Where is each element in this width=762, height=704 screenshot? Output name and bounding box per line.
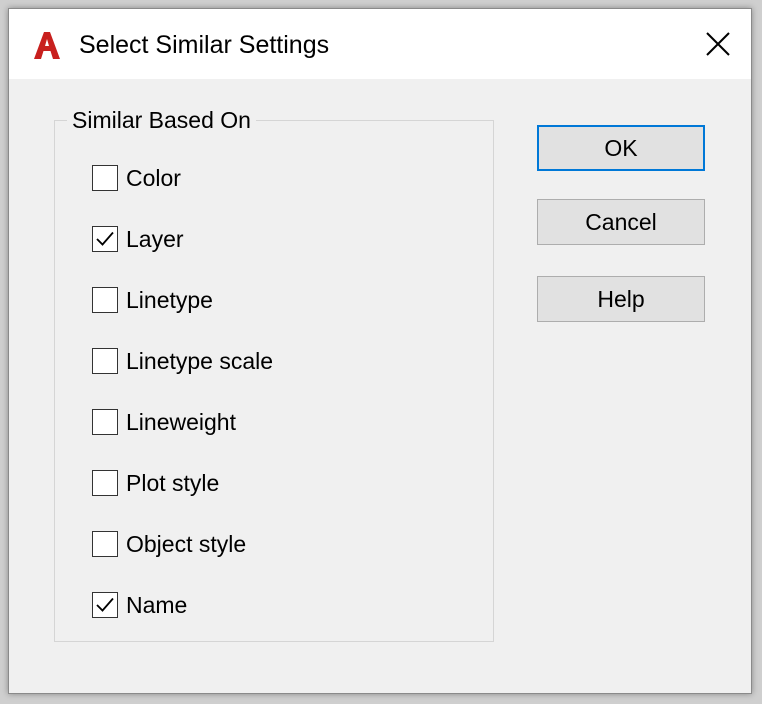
checkbox-box[interactable] bbox=[92, 287, 118, 313]
checkbox-label: Name bbox=[126, 591, 188, 618]
checkbox-box[interactable] bbox=[92, 165, 118, 191]
checkbox-name[interactable]: Name bbox=[92, 589, 187, 621]
close-button[interactable] bbox=[695, 21, 741, 67]
autocad-a-logo-icon bbox=[34, 32, 60, 59]
checkbox-linetype[interactable]: Linetype bbox=[92, 284, 213, 316]
checkbox-label: Layer bbox=[126, 225, 184, 252]
checkbox-box[interactable] bbox=[92, 409, 118, 435]
checkbox-color[interactable]: Color bbox=[92, 162, 181, 194]
checkbox-plot-style[interactable]: Plot style bbox=[92, 467, 219, 499]
close-icon bbox=[706, 32, 730, 56]
checkbox-label: Plot style bbox=[126, 469, 220, 496]
checkbox-box[interactable] bbox=[92, 531, 118, 557]
help-button[interactable]: Help bbox=[537, 276, 705, 322]
checkbox-layer[interactable]: Layer bbox=[92, 223, 184, 255]
checkmark-icon bbox=[96, 597, 114, 612]
dialog-window: Select Similar Settings Similar Based On… bbox=[8, 8, 752, 694]
cancel-button[interactable]: Cancel bbox=[537, 199, 705, 245]
checkbox-linetype-scale[interactable]: Linetype scale bbox=[92, 345, 273, 377]
ok-button[interactable]: OK bbox=[537, 125, 705, 171]
checkbox-label: Color bbox=[126, 164, 181, 191]
checkbox-box[interactable] bbox=[92, 470, 118, 496]
checkbox-box[interactable] bbox=[92, 592, 118, 618]
checkbox-lineweight[interactable]: Lineweight bbox=[92, 406, 236, 438]
checkbox-box[interactable] bbox=[92, 226, 118, 252]
group-legend: Similar Based On bbox=[67, 107, 256, 133]
checkbox-box[interactable] bbox=[92, 348, 118, 374]
checkmark-icon bbox=[96, 231, 114, 246]
checkbox-object-style[interactable]: Object style bbox=[92, 528, 246, 560]
checkbox-label: Object style bbox=[126, 530, 247, 557]
checkbox-label: Linetype scale bbox=[126, 347, 274, 374]
dialog-title: Select Similar Settings bbox=[79, 31, 330, 59]
similar-based-on-group: Similar Based On Color Layer Linetype Li… bbox=[54, 107, 494, 642]
checkbox-label: Linetype bbox=[126, 286, 213, 313]
checkbox-label: Lineweight bbox=[126, 408, 236, 435]
title-bar: Select Similar Settings bbox=[9, 9, 751, 79]
